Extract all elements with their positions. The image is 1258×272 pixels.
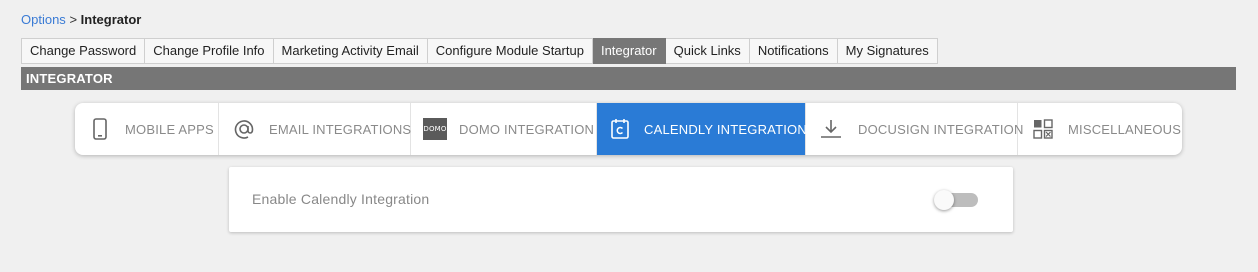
integration-tab-label: EMAIL INTEGRATIONS <box>269 121 412 137</box>
domo-logo-icon: DOMO <box>423 118 447 140</box>
tab-configure-module-startup[interactable]: Configure Module Startup <box>427 38 593 64</box>
integration-tab-label: MOBILE APPS <box>125 121 214 137</box>
options-tabs: Change Password Change Profile Info Mark… <box>21 38 938 64</box>
integration-tab-label: DOMO INTEGRATION <box>459 121 595 137</box>
integration-tab-label: CALENDLY INTEGRATION <box>644 121 807 137</box>
integration-tab-email-integrations[interactable]: EMAIL INTEGRATIONS <box>219 103 411 155</box>
calendar-icon <box>610 118 630 140</box>
domo-logo-text: DOMO <box>423 118 447 140</box>
calendly-settings-card: Enable Calendly Integration <box>229 167 1013 232</box>
enable-calendly-label: Enable Calendly Integration <box>252 191 430 207</box>
tab-integrator[interactable]: Integrator <box>592 38 666 64</box>
integration-tab-label: MISCELLANEOUS <box>1068 121 1182 137</box>
tab-change-profile-info[interactable]: Change Profile Info <box>145 38 274 64</box>
tab-notifications[interactable]: Notifications <box>749 38 838 64</box>
tab-my-signatures[interactable]: My Signatures <box>837 38 938 64</box>
breadcrumb: Options > Integrator <box>21 12 141 28</box>
download-icon <box>820 118 842 140</box>
tab-marketing-activity-email[interactable]: Marketing Activity Email <box>273 38 428 64</box>
tab-change-password[interactable]: Change Password <box>21 38 146 64</box>
breadcrumb-link-options[interactable]: Options <box>21 12 66 27</box>
integration-tab-domo-integration[interactable]: DOMO DOMO INTEGRATION <box>411 103 597 155</box>
toggle-knob <box>934 190 954 210</box>
grid-apps-icon <box>1032 118 1054 140</box>
integration-tab-miscellaneous[interactable]: MISCELLANEOUS <box>1018 103 1182 155</box>
integration-tabs: MOBILE APPS EMAIL INTEGRATIONS DOMO DOMO… <box>75 103 1182 155</box>
integration-tab-label: DOCUSIGN INTEGRATION <box>858 121 1024 137</box>
at-sign-icon <box>233 118 255 140</box>
breadcrumb-separator: > <box>69 12 78 27</box>
enable-calendly-toggle[interactable] <box>934 190 980 210</box>
integration-tab-docusign-integration[interactable]: DOCUSIGN INTEGRATION <box>806 103 1023 155</box>
integration-tab-calendly-integration[interactable]: CALENDLY INTEGRATION <box>597 103 807 155</box>
integration-tab-mobile-apps[interactable]: MOBILE APPS <box>75 103 219 155</box>
tab-quick-links[interactable]: Quick Links <box>665 38 750 64</box>
breadcrumb-current: Integrator <box>80 12 142 27</box>
section-title-bar: INTEGRATOR <box>21 67 1236 90</box>
mobile-phone-icon <box>89 118 111 140</box>
